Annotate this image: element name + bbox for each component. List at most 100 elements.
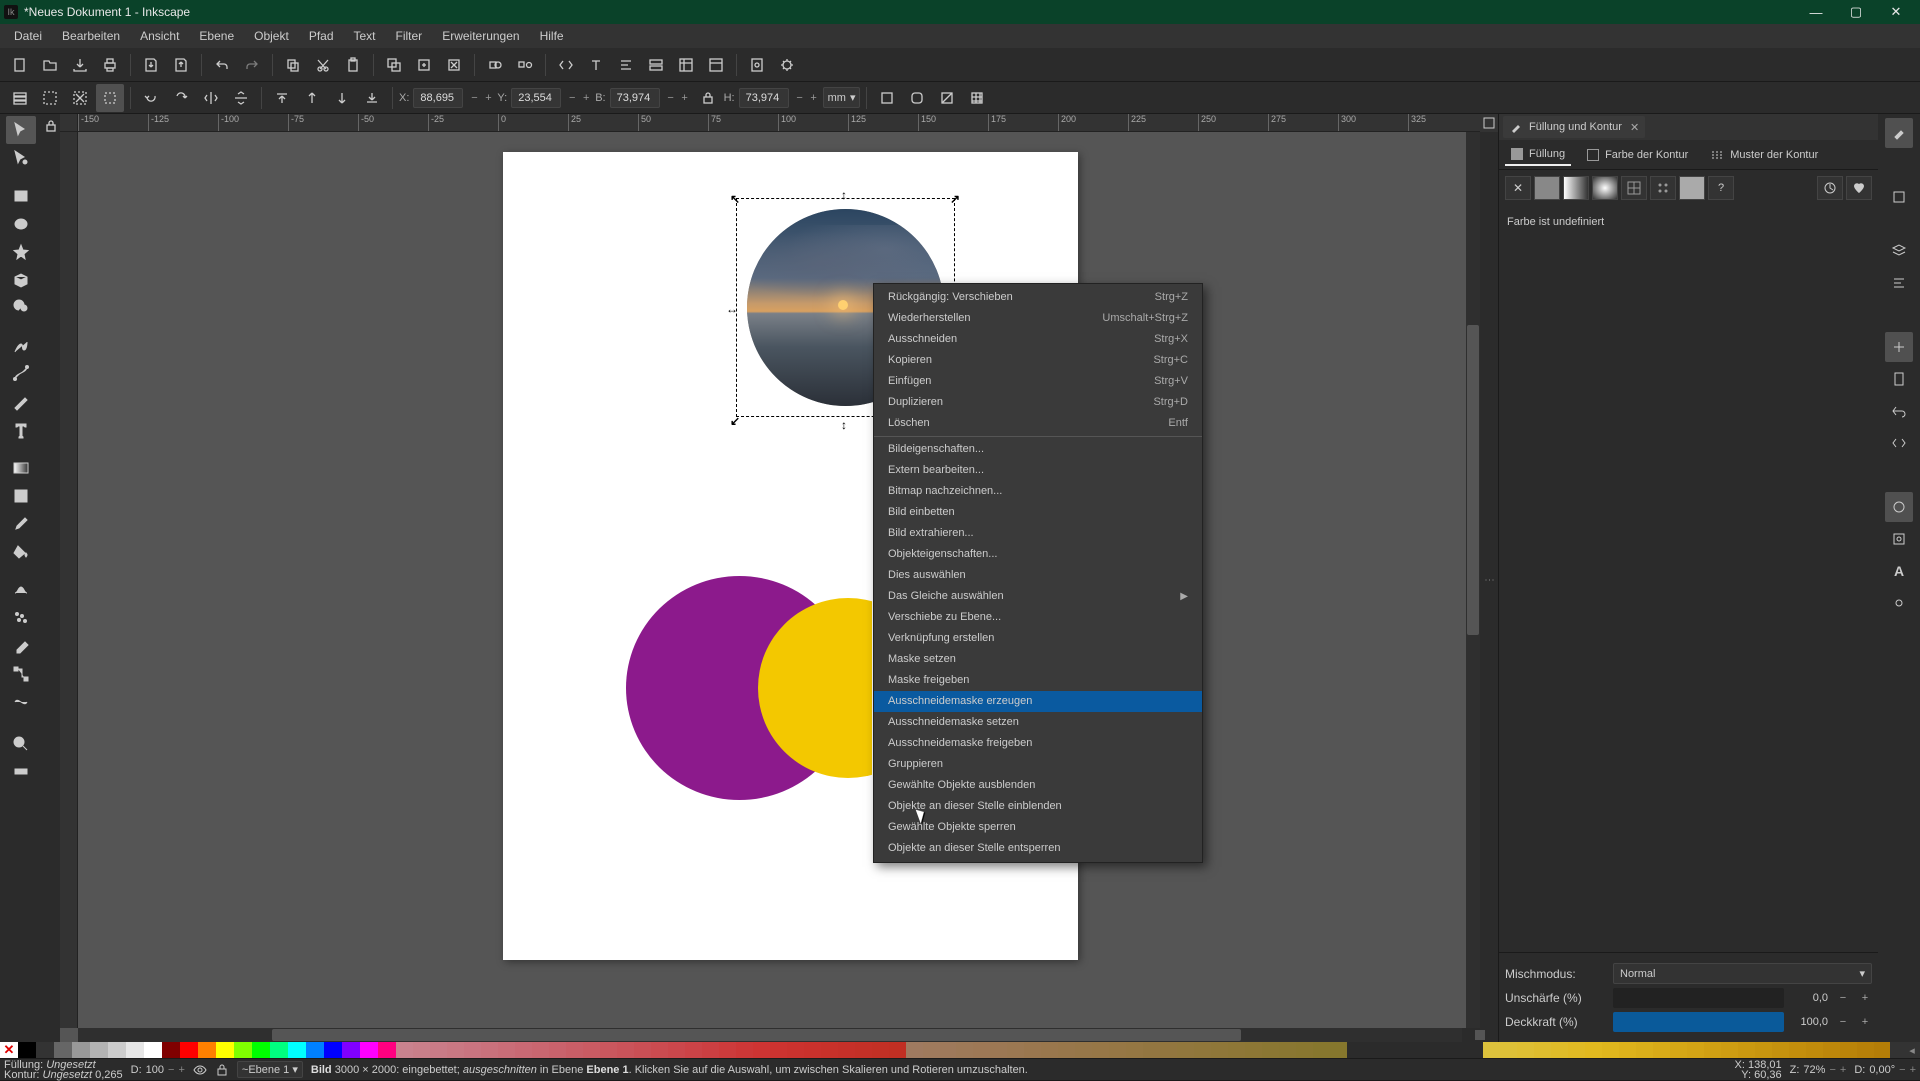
paint-none[interactable]: ✕ [1505, 176, 1531, 200]
dock-docprops[interactable] [1885, 524, 1913, 554]
scrollbar-vertical[interactable] [1466, 132, 1480, 1028]
gradient-tool[interactable] [6, 454, 36, 482]
dock-fillstroke[interactable] [1885, 118, 1913, 148]
w-input[interactable]: 73,974 [610, 88, 660, 108]
opacity-slider[interactable] [1613, 1012, 1784, 1032]
text-tool-button[interactable] [582, 51, 610, 79]
lock-aspect-button[interactable] [694, 84, 722, 112]
sel-handle-sw[interactable]: ↙ [730, 414, 740, 428]
menu-filters[interactable]: Filter [386, 25, 433, 47]
menu-help[interactable]: Hilfe [530, 25, 574, 47]
blend-select[interactable]: Normal▾ [1613, 963, 1872, 984]
lower-button[interactable] [328, 84, 356, 112]
copy-button[interactable] [279, 51, 307, 79]
paste-button[interactable] [339, 51, 367, 79]
menu-object[interactable]: Objekt [244, 25, 299, 47]
align-button[interactable] [612, 51, 640, 79]
h-inc[interactable]: + [807, 89, 821, 107]
preferences-button[interactable] [773, 51, 801, 79]
undo-button[interactable] [208, 51, 236, 79]
select-all-layers-button[interactable] [6, 84, 34, 112]
dock-align[interactable] [1885, 268, 1913, 298]
blur-slider[interactable] [1613, 988, 1784, 1008]
dock-layers[interactable] [1885, 236, 1913, 266]
document-properties-button[interactable] [743, 51, 771, 79]
ctx-item[interactable]: AusschneidenStrg+X [874, 329, 1202, 350]
text-tool[interactable] [6, 416, 36, 444]
dock-transform[interactable] [1885, 332, 1913, 362]
dock-xml[interactable] [1885, 428, 1913, 458]
blur-dec[interactable]: − [1836, 992, 1850, 1004]
ctx-item[interactable]: Gewählte Objekte ausblenden [874, 775, 1202, 796]
selector-tool[interactable] [6, 116, 36, 144]
menu-view[interactable]: Ansicht [130, 25, 189, 47]
ctx-item[interactable]: Bild extrahieren... [874, 523, 1202, 544]
snap-toggle[interactable] [43, 116, 59, 136]
ctx-item[interactable]: Ausschneidemaske freigeben [874, 733, 1202, 754]
menu-text[interactable]: Text [344, 25, 386, 47]
bezier-tool[interactable] [6, 360, 36, 388]
dock-pages[interactable] [1885, 364, 1913, 394]
y-inc[interactable]: + [579, 89, 593, 107]
status-visibility[interactable] [193, 1063, 207, 1077]
box3d-tool[interactable] [6, 266, 36, 294]
blur-inc[interactable]: + [1858, 992, 1872, 1004]
color-managed-toggle[interactable] [1475, 1030, 1485, 1040]
w-dec[interactable]: − [664, 89, 678, 107]
menu-extensions[interactable]: Erweiterungen [432, 25, 529, 47]
paint-flat[interactable] [1534, 176, 1560, 200]
y-dec[interactable]: − [565, 89, 579, 107]
panel-tab-close[interactable]: ✕ [1630, 121, 1639, 134]
paint-unknown[interactable]: ? [1708, 176, 1734, 200]
dock-undo[interactable] [1885, 396, 1913, 426]
clone-button[interactable] [410, 51, 438, 79]
rotate-cw-button[interactable] [167, 84, 195, 112]
sel-handle-s[interactable]: ↕ [841, 418, 847, 432]
ruler-vertical[interactable] [60, 132, 78, 1028]
ctx-item[interactable]: Verschiebe zu Ebene... [874, 607, 1202, 628]
status-layer-select[interactable]: ~Ebene 1 ▾ [237, 1061, 303, 1078]
paint-swatch[interactable] [1679, 176, 1705, 200]
scale-stroke-button[interactable] [873, 84, 901, 112]
dock-objprops[interactable] [1885, 182, 1913, 212]
tweak-tool[interactable] [6, 576, 36, 604]
rectangle-tool[interactable] [6, 182, 36, 210]
sel-handle-n[interactable]: ↕ [841, 188, 847, 202]
status-rotation[interactable]: D: 0,00° − + [1854, 1064, 1916, 1076]
lower-bottom-button[interactable] [358, 84, 386, 112]
raise-button[interactable] [298, 84, 326, 112]
w-inc[interactable]: + [678, 89, 692, 107]
sel-handle-ne[interactable]: ↗ [950, 192, 960, 206]
ctx-item[interactable]: KopierenStrg+C [874, 350, 1202, 371]
spray-tool[interactable] [6, 604, 36, 632]
dropper-tool[interactable] [6, 510, 36, 538]
ruler-horizontal[interactable]: -150-125-100-75-50-250255075100125150175… [78, 114, 1480, 132]
connector-tool[interactable] [6, 660, 36, 688]
import-button[interactable] [137, 51, 165, 79]
status-opacity[interactable]: D: 100 −+ [131, 1064, 185, 1076]
h-input[interactable]: 73,974 [739, 88, 789, 108]
menu-path[interactable]: Pfad [299, 25, 344, 47]
palette-menu[interactable]: ◂ [1904, 1042, 1920, 1058]
palette-scroll[interactable] [1890, 1042, 1904, 1058]
dock-trace[interactable] [1885, 492, 1913, 522]
pencil-tool[interactable] [6, 332, 36, 360]
ctx-item[interactable]: Objekteigenschaften... [874, 544, 1202, 565]
ctx-item[interactable]: Ausschneidemaske erzeugen [874, 691, 1202, 712]
menu-edit[interactable]: Bearbeiten [52, 25, 130, 47]
lpe-tool[interactable] [6, 688, 36, 716]
paint-pattern[interactable] [1650, 176, 1676, 200]
scale-pattern-button[interactable] [963, 84, 991, 112]
ctx-item[interactable]: WiederherstellenUmschalt+Strg+Z [874, 308, 1202, 329]
xml-editor-button[interactable] [552, 51, 580, 79]
menu-layer[interactable]: Ebene [189, 25, 244, 47]
redo-button[interactable] [238, 51, 266, 79]
palette-none[interactable]: ✕ [0, 1042, 18, 1058]
ellipse-tool[interactable] [6, 210, 36, 238]
sel-handle-nw[interactable]: ↖ [730, 192, 740, 206]
subtab-stroke-style[interactable]: Muster der Kontur [1704, 144, 1824, 166]
palette-colors[interactable] [18, 1042, 1890, 1058]
ungroup-button[interactable] [511, 51, 539, 79]
menu-file[interactable]: Datei [4, 25, 52, 47]
node-tool[interactable] [6, 144, 36, 172]
